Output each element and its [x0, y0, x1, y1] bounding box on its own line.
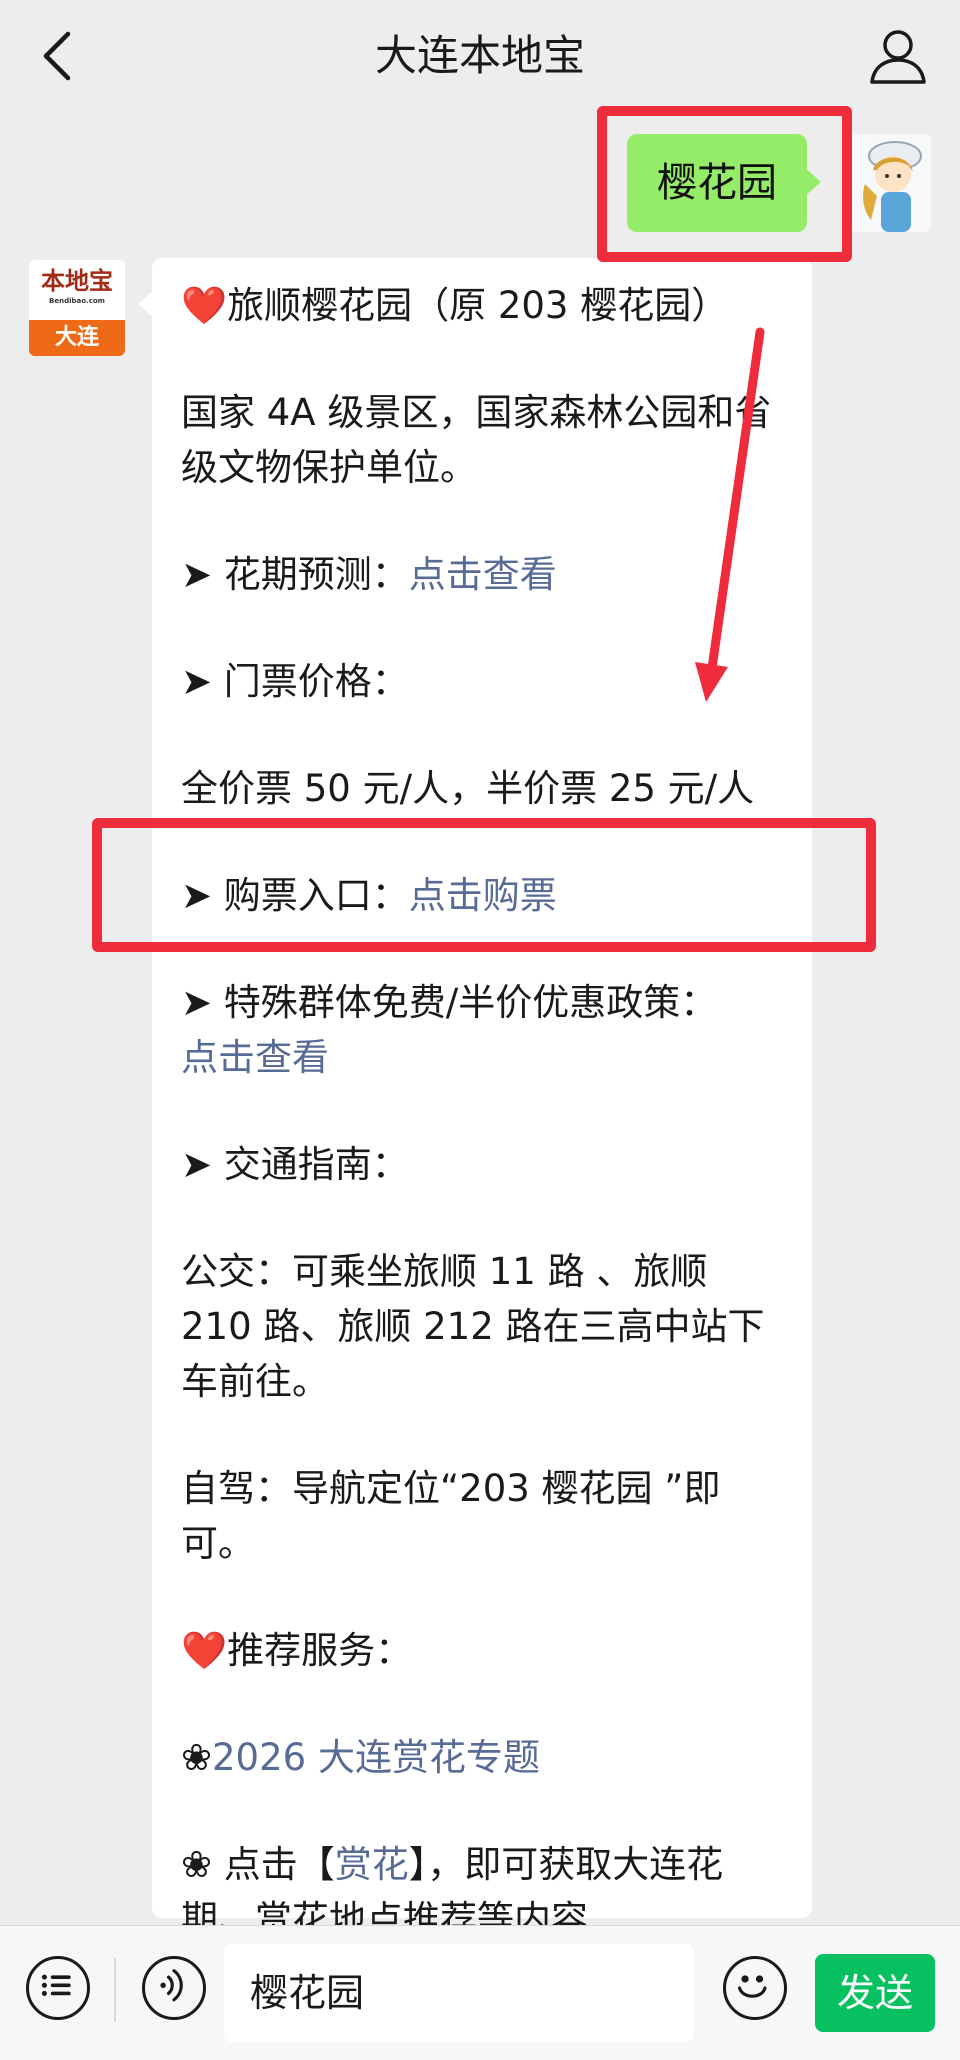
flower-forecast-link[interactable]: 点击查看: [409, 553, 557, 596]
topic-line: ❀2026 大连赏花专题: [181, 1730, 781, 1785]
message-desc: 国家 4A 级景区，国家森林公园和省级文物保护单位。: [181, 391, 772, 489]
smiley-icon[interactable]: [723, 1956, 787, 2020]
list-icon[interactable]: [26, 1956, 90, 2020]
incoming-message-bubble: ❤️旅顺樱花园（原 203 樱花园） 国家 4A 级景区，国家森林公园和省级文物…: [138, 258, 812, 1941]
topic-link[interactable]: 2026 大连赏花专题: [212, 1736, 540, 1779]
special-policy-label: ➤ 特殊群体免费/半价优惠政策：: [181, 981, 718, 1024]
official-account-avatar[interactable]: 本地宝 Bendibao.com 大连: [29, 260, 125, 356]
annotation-box-outgoing: [597, 106, 852, 262]
avatar-top: 本地宝 Bendibao.com: [29, 260, 125, 320]
message-title-line: ❤️旅顺樱花园（原 203 樱花园）: [181, 278, 781, 333]
my-avatar[interactable]: [851, 134, 931, 232]
appreciate-link[interactable]: 赏花: [335, 1843, 409, 1886]
chat-header: 大连本地宝: [0, 0, 960, 112]
recommend-label: 推荐服务：: [227, 1629, 413, 1672]
heart-icon: ❤️: [181, 284, 228, 327]
avatar-brand: 本地宝: [41, 266, 113, 295]
chat-title: 大连本地宝: [374, 31, 585, 80]
heart-icon: ❤️: [181, 1629, 228, 1672]
avatar-city: 大连: [29, 320, 125, 356]
message-title: 旅顺樱花园（原 203 樱花园）: [227, 284, 729, 327]
click-prefix: ❀ 点击【: [181, 1843, 335, 1886]
traffic-label: ➤ 交通指南：: [181, 1143, 409, 1186]
bar-divider: [114, 1958, 116, 2022]
flower-forecast-line: ➤ 花期预测：点击查看: [181, 547, 781, 602]
recommend-line: ❤️推荐服务：: [181, 1623, 781, 1678]
bus-info: 公交：可乘坐旅顺 11 路 、旅顺 210 路、旅顺 212 路在三高中站下车前…: [181, 1250, 765, 1403]
flower-forecast-label: ➤ 花期预测：: [181, 553, 409, 596]
message-body: ❤️旅顺樱花园（原 203 樱花园） 国家 4A 级景区，国家森林公园和省级文物…: [181, 278, 781, 1999]
drive-info: 自驾：导航定位“203 樱花园 ”即可。: [181, 1467, 721, 1565]
voice-icon[interactable]: [142, 1956, 206, 2020]
send-button[interactable]: 发送: [815, 1954, 935, 2032]
message-input[interactable]: 樱花园: [224, 1944, 694, 2042]
flower-icon: ❀: [181, 1736, 213, 1779]
annotation-box-buy-ticket: [92, 818, 876, 952]
input-bar: 樱花园 发送: [0, 1925, 960, 2060]
ticket-price-label: ➤ 门票价格：: [181, 660, 409, 703]
user-icon[interactable]: [866, 24, 930, 88]
avatar-domain: Bendibao.com: [49, 297, 105, 305]
avatar-illustration: [851, 134, 931, 232]
special-policy-line: ➤ 特殊群体免费/半价优惠政策： 点击查看: [181, 975, 781, 1085]
special-policy-link[interactable]: 点击查看: [181, 1036, 329, 1079]
ticket-price-value: 全价票 50 元/人，半价票 25 元/人: [181, 767, 755, 810]
